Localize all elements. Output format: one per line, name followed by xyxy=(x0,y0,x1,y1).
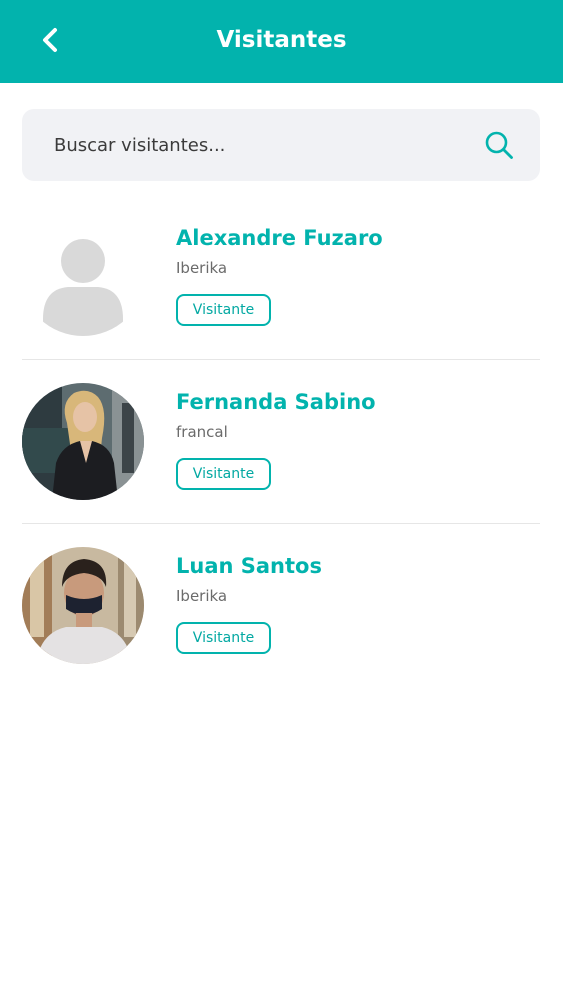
avatar xyxy=(22,219,144,336)
avatar-photo xyxy=(22,547,144,664)
avatar xyxy=(22,383,144,500)
visitor-name: Alexandre Fuzaro xyxy=(176,226,383,250)
avatar xyxy=(22,547,144,664)
list-item[interactable]: Alexandre Fuzaro Iberika Visitante xyxy=(0,196,563,360)
visitor-badge[interactable]: Visitante xyxy=(176,458,271,490)
app-header: Visitantes xyxy=(0,0,563,83)
search-input[interactable] xyxy=(22,109,462,181)
search-icon[interactable] xyxy=(484,130,514,160)
visitor-company: Iberika xyxy=(176,259,228,277)
list-item[interactable]: Fernanda Sabino francal Visitante xyxy=(0,360,563,524)
search-bar xyxy=(22,109,540,181)
visitor-badge[interactable]: Visitante xyxy=(176,294,271,326)
visitor-name: Luan Santos xyxy=(176,554,322,578)
visitor-badge[interactable]: Visitante xyxy=(176,622,271,654)
list-item[interactable]: Luan Santos Iberika Visitante xyxy=(0,524,563,688)
page-title: Visitantes xyxy=(216,27,347,53)
visitor-name: Fernanda Sabino xyxy=(176,390,376,414)
default-user-icon xyxy=(22,219,144,336)
visitor-company: francal xyxy=(176,423,228,441)
avatar-photo xyxy=(22,383,144,500)
visitor-company: Iberika xyxy=(176,587,228,605)
visitor-list: Alexandre Fuzaro Iberika Visitante Ferna… xyxy=(0,196,563,688)
